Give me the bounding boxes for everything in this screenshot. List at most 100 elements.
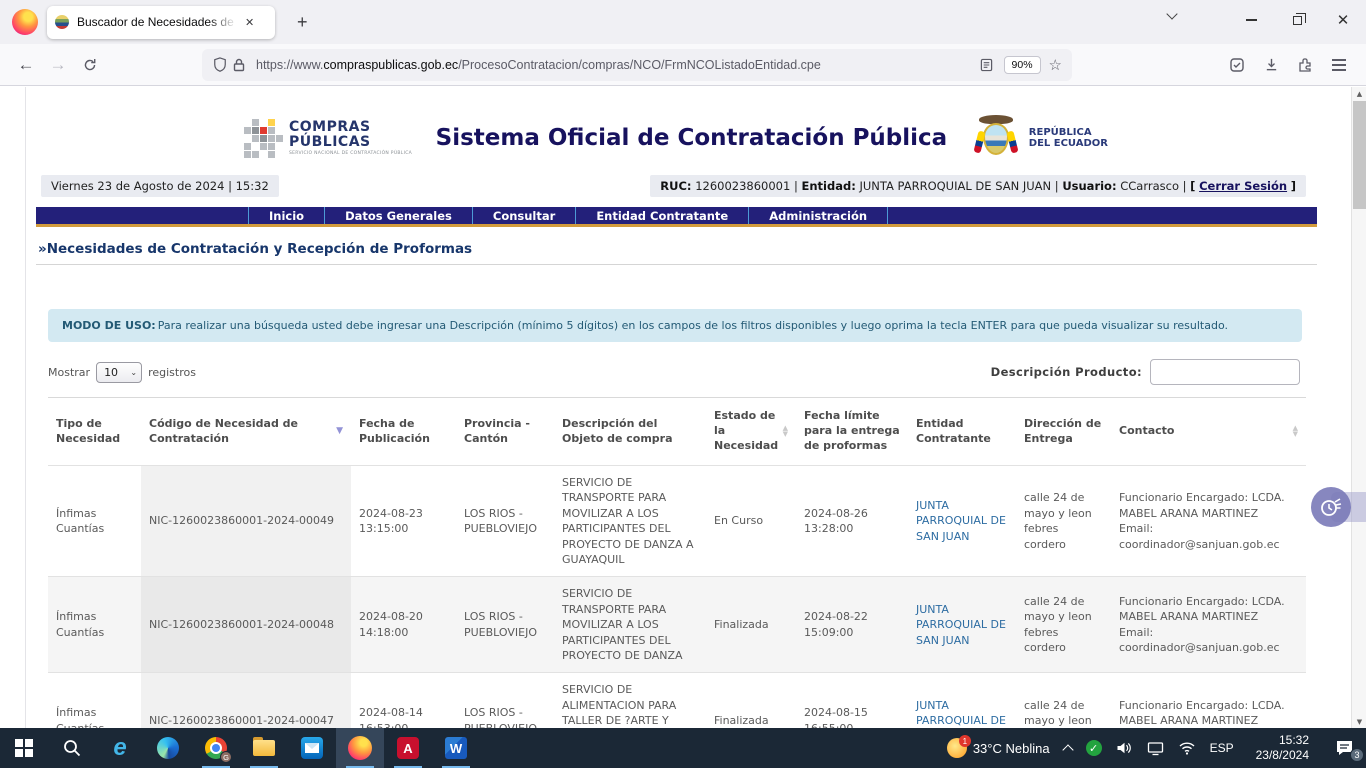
extension-icon[interactable]: [1288, 57, 1322, 73]
action-center-button[interactable]: 3: [1324, 728, 1366, 768]
sort-both-icon[interactable]: ▲▼: [1293, 426, 1298, 437]
cast-display-icon: [1147, 741, 1164, 756]
brand-tagline: SERVICIO NACIONAL DE CONTRATACIÓN PÚBLIC…: [289, 151, 412, 156]
tab-close-icon[interactable]: ✕: [241, 14, 258, 31]
clock-widget[interactable]: 15:32 23/8/2024: [1241, 728, 1324, 768]
close-button[interactable]: ✕: [1320, 0, 1366, 40]
cell-provincia: LOS RIOS - PUEBLOVIEJO: [456, 673, 554, 728]
sort-both-icon[interactable]: ▲▼: [783, 426, 788, 437]
cell-tipo: Ínfimas Cuantías: [48, 673, 141, 728]
cell-publicacion: 2024-08-14 16:53:00: [351, 673, 456, 728]
ruc-label: RUC:: [660, 179, 691, 193]
edge-button[interactable]: [144, 728, 192, 768]
scroll-down-icon[interactable]: ▼: [1352, 715, 1366, 728]
header-limite[interactable]: Fecha límite para la entrega de proforma…: [796, 398, 908, 466]
tray-overflow-button[interactable]: [1057, 728, 1079, 768]
entidad-link[interactable]: JUNTA PARROQUIAL DE SAN JUAN: [916, 603, 1006, 647]
firefox-button[interactable]: [336, 728, 384, 768]
browser-tab[interactable]: Buscador de Necesidades de Co ✕: [47, 6, 275, 39]
cell-codigo: NIC-1260023860001-2024-00048: [141, 577, 351, 673]
nav-item-inicio[interactable]: Inicio: [248, 207, 324, 224]
reload-button[interactable]: [74, 58, 106, 72]
cell-contacto: Funcionario Encargado: LCDA. MABEL ARANA…: [1111, 466, 1306, 577]
speaker-icon: [1116, 740, 1133, 756]
breadcrumb: »Necesidades de Contratación y Recepción…: [36, 239, 1317, 265]
volume-button[interactable]: [1109, 728, 1140, 768]
scrollbar-thumb[interactable]: [1353, 101, 1366, 209]
cell-limite: 2024-08-26 13:28:00: [796, 466, 908, 577]
weather-widget[interactable]: 1 33°C Neblina: [940, 728, 1057, 768]
url-text[interactable]: https://www.compraspublicas.gob.ec/Proce…: [256, 58, 977, 72]
info-bar: Viernes 23 de Agosto de 2024 | 15:32 RUC…: [41, 175, 1306, 197]
antivirus-tray-icon[interactable]: ✓: [1079, 728, 1109, 768]
back-button[interactable]: ←: [10, 55, 42, 75]
cast-display-button[interactable]: [1140, 728, 1171, 768]
entidad-value: JUNTA PARROQUIAL DE SAN JUAN: [859, 179, 1051, 193]
wifi-button[interactable]: [1171, 728, 1203, 768]
lock-icon[interactable]: [233, 58, 245, 72]
cell-estado: Finalizada: [706, 577, 796, 673]
cell-entidad: JUNTA PARROQUIAL DE SAN JUAN: [908, 466, 1016, 577]
header-entidad[interactable]: Entidad Contratante: [908, 398, 1016, 466]
mail-button[interactable]: [288, 728, 336, 768]
page-size-select[interactable]: 10 ⌄: [96, 362, 142, 383]
sort-desc-icon[interactable]: ▼: [336, 425, 343, 437]
nav-item-datos-generales[interactable]: Datos Generales: [324, 207, 472, 224]
restore-button[interactable]: [1274, 0, 1320, 40]
cell-publicacion: 2024-08-20 14:18:00: [351, 577, 456, 673]
header-descripcion[interactable]: Descripción del Objeto de compra: [554, 398, 706, 466]
header-contacto[interactable]: Contacto▲▼: [1111, 398, 1306, 466]
header-provincia[interactable]: Provincia - Cantón: [456, 398, 554, 466]
url-path: /ProcesoContratacion/compras/NCO/FrmNCOL…: [458, 58, 821, 72]
product-filter-input[interactable]: [1150, 359, 1300, 385]
start-button[interactable]: [0, 728, 48, 768]
search-button[interactable]: [48, 728, 96, 768]
nav-item-consultar[interactable]: Consultar: [472, 207, 575, 224]
url-bar[interactable]: https://www.compraspublicas.gob.ec/Proce…: [202, 49, 1072, 81]
cell-descripcion: SERVICIO DE TRANSPORTE PARA MOVILIZAR A …: [554, 466, 706, 577]
contacto-nombre: Funcionario Encargado: LCDA. MABEL ARANA…: [1119, 490, 1298, 521]
tray-time: 15:32: [1256, 733, 1309, 748]
chrome-button[interactable]: G: [192, 728, 240, 768]
bookmark-star-icon[interactable]: ☆: [1049, 56, 1062, 74]
zoom-level-button[interactable]: 90%: [1004, 56, 1041, 74]
minimize-button[interactable]: [1228, 0, 1274, 40]
logout-bracket-close: ]: [1291, 179, 1296, 193]
download-icon[interactable]: [1254, 57, 1288, 72]
file-explorer-button[interactable]: [240, 728, 288, 768]
cell-direccion: calle 24 de mayo y leon febres cordero: [1016, 466, 1111, 577]
shield-icon[interactable]: [213, 57, 227, 72]
floating-timer-widget[interactable]: [1311, 487, 1351, 527]
acrobat-button[interactable]: A: [384, 728, 432, 768]
cell-codigo: NIC-1260023860001-2024-00047: [141, 673, 351, 728]
reader-view-icon[interactable]: [980, 58, 993, 72]
page-scrollbar[interactable]: ▲ ▼: [1351, 87, 1366, 728]
header-tipo[interactable]: Tipo de Necesidad: [48, 398, 141, 466]
shield-check-icon[interactable]: [1220, 57, 1254, 73]
menu-button[interactable]: [1322, 64, 1356, 66]
nav-item-administracion[interactable]: Administración: [748, 207, 888, 224]
contacto-nombre: Funcionario Encargado: LCDA. MABEL ARANA…: [1119, 594, 1298, 625]
list-tabs-button[interactable]: [1168, 14, 1176, 18]
shield-check-icon: ✓: [1086, 740, 1102, 756]
separator: |: [794, 179, 798, 193]
language-indicator[interactable]: ESP: [1203, 728, 1241, 768]
word-button[interactable]: W: [432, 728, 480, 768]
entidad-link[interactable]: JUNTA PARROQUIAL DE SAN JUAN: [916, 499, 1006, 543]
scroll-up-icon[interactable]: ▲: [1352, 87, 1366, 100]
header-codigo[interactable]: Código de Necesidad de Contratación▼: [141, 398, 351, 466]
internet-explorer-button[interactable]: e: [96, 728, 144, 768]
header-publicacion[interactable]: Fecha de Publicación: [351, 398, 456, 466]
hamburger-icon: [1332, 64, 1346, 66]
header-estado[interactable]: Estado de la Necesidad▲▼: [706, 398, 796, 466]
compras-publicas-logo: COMPRAS PÚBLICAS SERVICIO NACIONAL DE CO…: [244, 119, 412, 158]
header-direccion[interactable]: Dirección de Entrega: [1016, 398, 1111, 466]
filter-label: Descripción Producto:: [991, 365, 1142, 379]
nav-item-entidad-contratante[interactable]: Entidad Contratante: [575, 207, 748, 224]
logout-bracket-open: [: [1190, 179, 1195, 193]
logout-link[interactable]: Cerrar Sesión: [1199, 179, 1287, 193]
forward-button[interactable]: →: [42, 55, 74, 75]
entidad-link[interactable]: JUNTA PARROQUIAL DE SAN JUAN: [916, 699, 1006, 728]
new-tab-button[interactable]: +: [289, 12, 316, 33]
cell-descripcion: SERVICIO DE ALIMENTACION PARA TALLER DE …: [554, 673, 706, 728]
